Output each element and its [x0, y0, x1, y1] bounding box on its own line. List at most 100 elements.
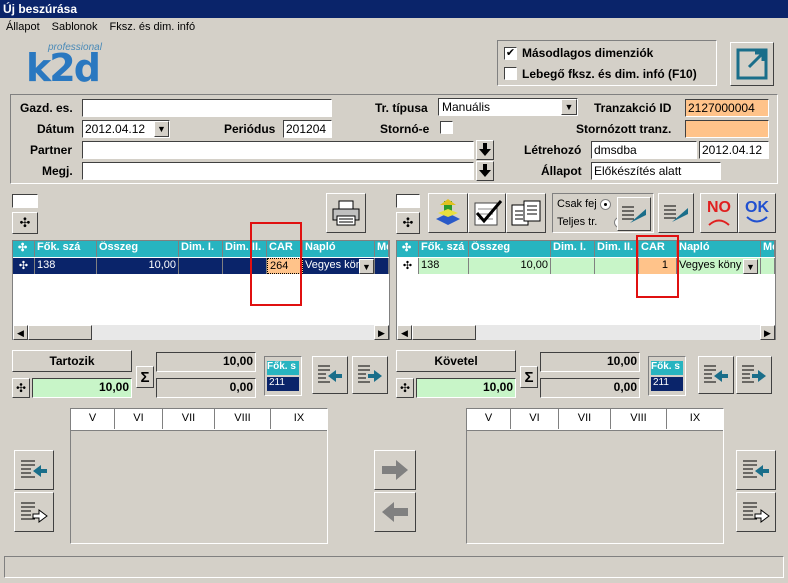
scroll-right-button[interactable]: ▶ — [374, 325, 389, 340]
right-col-osszeg[interactable]: Összeg — [469, 241, 551, 257]
tr-tipus-dropdown-button[interactable]: ▼ — [561, 99, 577, 115]
secondary-dim-checkbox[interactable]: ✔ — [504, 47, 517, 60]
right-dim-remove-button[interactable] — [736, 492, 776, 532]
scroll-right-button[interactable]: ▶ — [760, 325, 775, 340]
kovetel-button[interactable]: Követel — [396, 350, 516, 372]
left-filter-box[interactable] — [12, 194, 38, 208]
right-grid-scrollbar[interactable]: ◀ ▶ — [397, 325, 775, 340]
left-summary-plus-button[interactable]: ✣ — [12, 378, 30, 398]
left-move-left-button[interactable] — [312, 356, 348, 394]
scroll-left-button[interactable]: ◀ — [13, 325, 28, 340]
menu-sablonok[interactable]: Sablonok — [46, 18, 104, 33]
left-cell-osszeg[interactable]: 10,00 — [97, 258, 179, 274]
scroll-thumb[interactable] — [412, 325, 476, 340]
import-button[interactable] — [428, 193, 468, 233]
gazd-input[interactable] — [82, 99, 332, 117]
left-cell-me[interactable] — [375, 258, 389, 274]
letrehozo-user-input[interactable]: dmsdba — [591, 141, 697, 159]
left-fok-value[interactable]: 211 — [267, 377, 299, 391]
left-cell-dim1[interactable] — [179, 258, 223, 274]
tab-vi[interactable]: VI — [511, 409, 559, 429]
megj-lookup-button[interactable] — [476, 161, 494, 181]
tab-viii[interactable]: VIII — [611, 409, 667, 429]
tranzakcio-input[interactable]: 2127000004 — [685, 99, 769, 117]
left-col-dim1[interactable]: Dim. I. — [179, 241, 223, 257]
left-dim-remove-button[interactable] — [14, 492, 54, 532]
template-button[interactable] — [506, 193, 546, 233]
move-left-button[interactable] — [374, 492, 416, 532]
table-row[interactable]: ✣ 138 10,00 1 Vegyes köny ▼ — [397, 258, 775, 275]
left-cell-fok[interactable]: 138 — [35, 258, 97, 274]
megj-input[interactable] — [82, 162, 474, 180]
table-row[interactable]: ✣ 138 10,00 264 Vegyes köny ▼ — [13, 258, 389, 275]
left-col-osszeg[interactable]: Összeg — [97, 241, 179, 257]
right-col-me[interactable]: Me — [761, 241, 775, 257]
left-sigma-button[interactable]: Σ — [136, 366, 154, 388]
letrehozo-date-input[interactable]: 2012.04.12 — [699, 141, 769, 159]
right-cell-dim1[interactable] — [551, 258, 595, 274]
right-add-row-button[interactable]: ✣ — [396, 212, 420, 234]
arrow-down-icon — [479, 164, 491, 177]
left-grid-scrollbar[interactable]: ◀ ▶ — [13, 325, 389, 340]
right-move-left-button[interactable] — [698, 356, 734, 394]
tab-vi[interactable]: VI — [115, 409, 163, 429]
right-cell-fok[interactable]: 138 — [419, 258, 469, 274]
scroll-left-button[interactable]: ◀ — [397, 325, 412, 340]
stornozott-input[interactable] — [685, 120, 769, 138]
tab-vii[interactable]: VII — [163, 409, 215, 429]
left-dim-add-button[interactable] — [14, 450, 54, 490]
transfer-button[interactable] — [658, 193, 694, 233]
tab-ix[interactable]: IX — [667, 409, 723, 429]
right-naplo-dropdown-button[interactable]: ▼ — [743, 259, 758, 274]
tab-v[interactable]: V — [71, 409, 115, 429]
right-sigma-button[interactable]: Σ — [520, 366, 538, 388]
floating-info-checkbox[interactable] — [504, 67, 517, 80]
right-cell-me[interactable] — [761, 258, 775, 274]
left-col-me[interactable]: Me — [375, 241, 389, 257]
left-naplo-dropdown-button[interactable]: ▼ — [359, 259, 374, 274]
ok-button[interactable]: OK — [738, 193, 776, 233]
left-move-right-button[interactable] — [352, 356, 388, 394]
tab-v[interactable]: V — [467, 409, 511, 429]
right-cell-osszeg[interactable]: 10,00 — [469, 258, 551, 274]
right-dim-add-button[interactable] — [736, 450, 776, 490]
expand-button[interactable] — [730, 42, 774, 86]
scroll-thumb[interactable] — [28, 325, 92, 340]
tr-tipus-select[interactable]: Manuális ▼ — [438, 98, 578, 116]
right-summary-plus-button[interactable]: ✣ — [396, 378, 414, 398]
storno-checkbox[interactable] — [440, 121, 453, 134]
menu-bar: Állapot Sablonok Fksz. és dim. infó — [0, 18, 788, 38]
left-col-naplo[interactable]: Napló — [303, 241, 375, 257]
periodus-input[interactable]: 201204 — [283, 120, 332, 138]
move-right-button[interactable] — [374, 450, 416, 490]
menu-fksz-info[interactable]: Fksz. és dim. infó — [104, 18, 202, 33]
copy-lines-button[interactable] — [617, 197, 651, 231]
right-col-dim1[interactable]: Dim. I. — [551, 241, 595, 257]
tab-vii[interactable]: VII — [559, 409, 611, 429]
right-cell-dim2[interactable] — [595, 258, 639, 274]
left-col-fok[interactable]: Fők. szá — [35, 241, 97, 257]
partner-input[interactable] — [82, 141, 474, 159]
csak-fej-radio[interactable] — [600, 199, 611, 210]
print-button[interactable] — [326, 193, 366, 233]
right-filter-box[interactable] — [396, 194, 420, 208]
tab-viii[interactable]: VIII — [215, 409, 271, 429]
allapot-input[interactable]: Előkészítés alatt — [591, 162, 721, 180]
datum-input[interactable]: 2012.04.12 ▼ — [82, 120, 170, 138]
right-col-fok[interactable]: Fők. szá — [419, 241, 469, 257]
right-fok-value[interactable]: 211 — [651, 377, 683, 391]
right-move-right-button[interactable] — [736, 356, 772, 394]
right-grid[interactable]: ✣ Fők. szá Összeg Dim. I. Dim. II. CAR N… — [396, 240, 776, 340]
tab-ix[interactable]: IX — [271, 409, 327, 429]
datum-dropdown-button[interactable]: ▼ — [154, 121, 169, 137]
left-grid[interactable]: ✣ Fők. szá Összeg Dim. I. Dim. II. CAR N… — [12, 240, 390, 340]
no-button[interactable]: NO — [700, 193, 738, 233]
partner-lookup-button[interactable] — [476, 140, 494, 160]
right-col-dim2[interactable]: Dim. II. — [595, 241, 639, 257]
printer-icon — [332, 200, 360, 226]
left-add-row-button[interactable]: ✣ — [12, 212, 38, 234]
right-col-naplo[interactable]: Napló — [677, 241, 761, 257]
tartozik-button[interactable]: Tartozik — [12, 350, 132, 372]
menu-allapot[interactable]: Állapot — [0, 18, 46, 33]
validate-button[interactable] — [468, 193, 506, 233]
